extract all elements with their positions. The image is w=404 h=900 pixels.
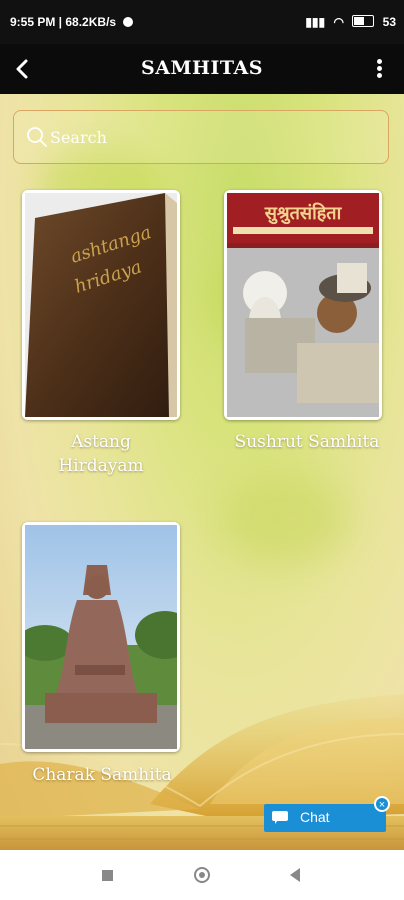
search-input[interactable] [50,123,370,151]
charak-samhita-statue-image [25,525,177,749]
signal-icon: ▮▮▮ [305,15,326,29]
home-button[interactable] [194,867,210,883]
samhita-card-charak-samhita[interactable] [22,522,180,752]
status-icons: ▮▮▮ ◠ 53 [300,15,396,29]
samhita-label-charak-samhita[interactable]: Charak Samhita [10,763,194,787]
main-content: ashtanga hridaya Astang Hirdayam सुश्रुत… [0,94,404,850]
cover-title-text: सुश्रुतसंहिता [264,202,343,225]
sushrut-samhita-cover-image: सुश्रुतसंहिता [227,193,379,417]
chat-label: Chat [300,809,330,825]
recent-apps-button[interactable] [102,870,113,881]
chat-widget[interactable]: Chat × [264,796,390,832]
status-time: 9:55 PM | 68.2KB/s [10,15,134,29]
samhita-card-sushrut-samhita[interactable]: सुश्रुतसंहिता [224,190,382,420]
more-options-icon[interactable] [374,57,384,81]
chat-bubble-icon [272,811,288,824]
page-title: SAMHITAS [141,57,263,79]
gear-icon [123,17,134,27]
status-time-text: 9:55 PM | 68.2KB/s [10,15,117,29]
samhita-card-astang-hirdayam[interactable]: ashtanga hridaya [22,190,180,420]
wifi-icon: ◠ [333,15,344,29]
samhita-label-sushrut-samhita[interactable]: Sushrut Samhita [222,430,392,454]
search-bar[interactable] [13,110,389,164]
back-nav-button[interactable] [290,868,300,882]
samhita-label-astang-hirdayam[interactable]: Astang Hirdayam [40,430,162,478]
system-navigation-bar [0,850,404,900]
battery-icon [352,15,375,27]
astang-hirdayam-cover-image: ashtanga hridaya [25,193,177,417]
close-icon[interactable]: × [374,796,390,812]
status-bar: 9:55 PM | 68.2KB/s ▮▮▮ ◠ 53 [0,0,404,44]
app-bar: SAMHITAS [0,44,404,94]
search-icon [27,127,47,147]
battery-percent: 53 [382,15,396,29]
